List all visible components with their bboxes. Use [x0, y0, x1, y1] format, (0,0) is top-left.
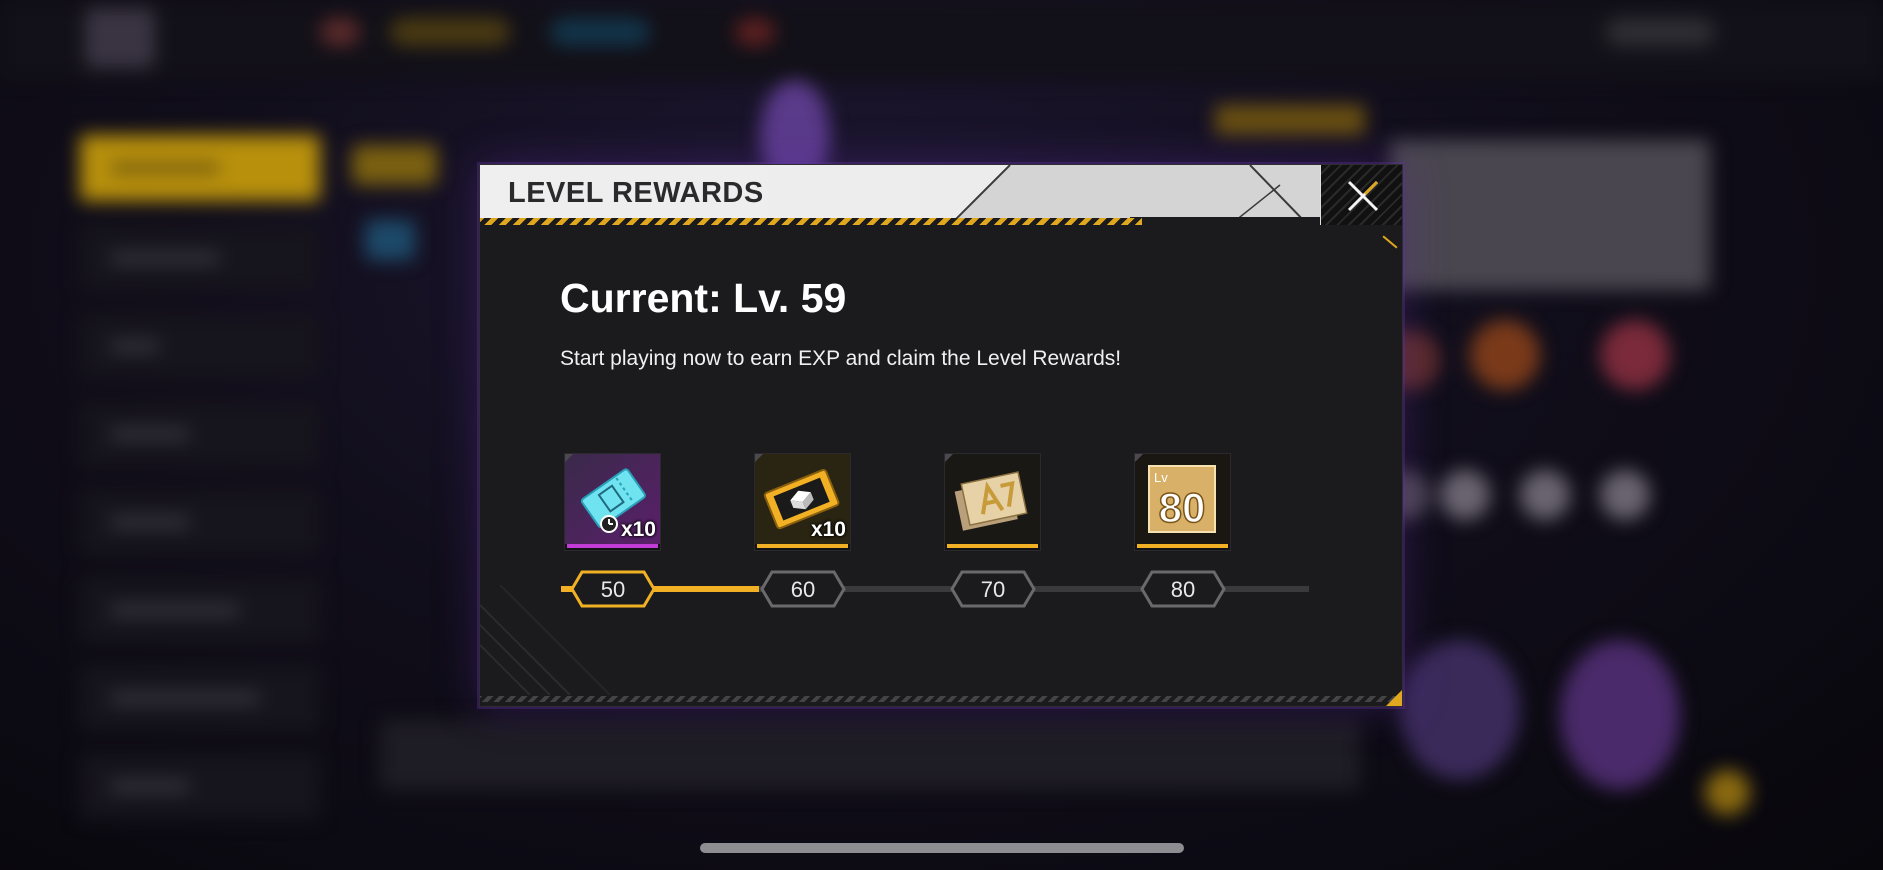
rarity-bar: [947, 544, 1038, 548]
current-level: Current: Lv. 59: [560, 275, 847, 321]
background-sidebar-item: [80, 489, 320, 555]
header-hazard-stripe: [480, 218, 1142, 225]
diagonal-lines-decoration: [480, 585, 611, 695]
reward-quantity: x10: [810, 518, 846, 541]
reward-item-lv80[interactable]: Lv 80: [1134, 453, 1231, 551]
background-chip: [320, 18, 360, 46]
close-button[interactable]: [1321, 165, 1402, 225]
background-sidebar-item: [80, 135, 320, 201]
reward-corner: [1135, 454, 1143, 462]
background-bottom-bar: [380, 720, 1360, 790]
background-banner: [1390, 140, 1710, 290]
background-topbar: [0, 0, 1883, 80]
background-chip: [390, 18, 510, 46]
badge-prefix: Lv: [1154, 470, 1168, 485]
background-chip: [1605, 18, 1715, 46]
header-decoration: [950, 165, 1320, 225]
background-button: [365, 220, 415, 260]
card-pack-icon: [945, 454, 1040, 544]
background-sidebar-item: [80, 577, 320, 643]
close-icon: [1347, 180, 1379, 212]
background-sidebar-item: [80, 225, 320, 291]
level-rewards-dialog: LEVEL REWARDS Current: Lv. 59 Start play…: [479, 164, 1403, 707]
background-banner: [1215, 105, 1365, 135]
level-label: 70: [980, 577, 1006, 602]
background-button: [352, 145, 437, 185]
reward-item-lv60[interactable]: x10: [754, 453, 851, 551]
background-sidebar-item: [80, 401, 320, 467]
background-icon: [1705, 770, 1750, 815]
background-icon: [1520, 470, 1570, 520]
background-icon: [1600, 470, 1650, 520]
dialog-title: LEVEL REWARDS: [508, 177, 764, 209]
rarity-bar: [567, 544, 658, 548]
level-label: 60: [790, 577, 816, 602]
reward-corner: [755, 454, 763, 462]
reward-item-lv70[interactable]: [944, 453, 1041, 551]
background-sidebar-item: [80, 665, 320, 731]
background-sidebar-item: [80, 753, 320, 819]
background-character: [1560, 640, 1680, 790]
corner-accent: [1382, 235, 1398, 249]
level-label: 80: [1170, 577, 1196, 602]
background-sidebar-item: [80, 313, 320, 379]
dialog-header: LEVEL REWARDS: [480, 165, 1402, 225]
reward-corner: [565, 454, 573, 462]
background-chip: [735, 18, 775, 46]
reward-item-lv50[interactable]: x10: [564, 453, 661, 551]
lv80-badge-icon: Lv 80: [1135, 454, 1230, 544]
level-marker-80: 80: [1140, 570, 1226, 608]
reward-quantity: x10: [620, 518, 656, 541]
rarity-bar: [757, 544, 848, 548]
background-chip: [550, 18, 650, 46]
reward-corner: [945, 454, 953, 462]
rarity-bar: [1137, 544, 1228, 548]
badge-number: 80: [1159, 484, 1206, 531]
footer-hazard-stripe: [480, 696, 1402, 702]
background-icon: [1440, 470, 1490, 520]
background-character: [1400, 640, 1520, 780]
level-marker-60: 60: [760, 570, 846, 608]
home-indicator[interactable]: [700, 843, 1184, 853]
background-sidebar: [80, 120, 325, 830]
reward-hint: Start playing now to earn EXP and claim …: [560, 347, 1122, 370]
background-reward: [1600, 320, 1670, 390]
level-marker-70: 70: [950, 570, 1036, 608]
corner-accent: [1386, 690, 1402, 706]
background-reward: [1470, 320, 1540, 390]
background-avatar: [85, 8, 155, 68]
